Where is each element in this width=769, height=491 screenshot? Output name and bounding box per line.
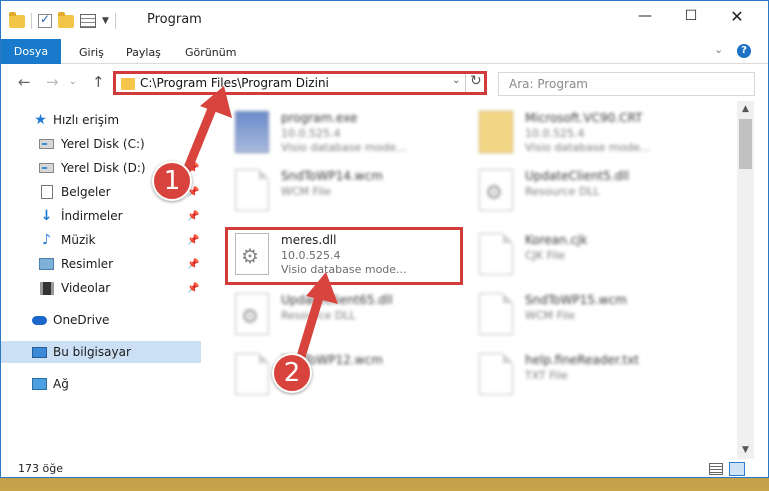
file-tile[interactable]: help.fineReader.txt TXT File: [469, 347, 709, 399]
address-divider: [465, 74, 466, 92]
details-view-icon[interactable]: [709, 463, 723, 475]
window-title: Program: [147, 12, 202, 27]
vertical-scrollbar[interactable]: ▲ ▼: [737, 101, 754, 459]
network-icon: [32, 377, 47, 392]
sidebar-item-this-pc[interactable]: Bu bilgisayar: [1, 341, 201, 363]
file-tile[interactable]: ⚙ UpdateClient65.dll Resource DLL: [225, 287, 465, 339]
document-file-icon: [235, 169, 269, 211]
document-file-icon: [479, 353, 513, 395]
pin-icon[interactable]: 📌: [187, 235, 199, 246]
ribbon-tabs: Dosya Giriş Paylaş Görünüm ⌄ ?: [1, 39, 768, 64]
file-tile[interactable]: Microsoft.VC90.CRT 10.0.525.4 Visio data…: [469, 105, 709, 157]
sidebar-item-disk-c[interactable]: Yerel Disk (C:): [1, 133, 201, 155]
customize-icon[interactable]: [80, 14, 96, 28]
file-tile[interactable]: SndToWP15.wcm WCM File: [469, 287, 709, 339]
document-file-icon: [479, 233, 513, 275]
folder-file-icon: [479, 111, 513, 153]
help-icon[interactable]: ?: [737, 44, 751, 58]
address-bar[interactable]: C:\Program Files\Program Dizini ⌄ ↻: [113, 71, 487, 95]
forward-button[interactable]: →: [46, 73, 59, 91]
properties-check-icon[interactable]: [38, 12, 52, 28]
dll-file-icon: ⚙: [235, 293, 269, 335]
document-file-icon: [479, 293, 513, 335]
status-bar: 173 öğe: [1, 459, 768, 477]
title-bar: ▼ Program — ☐ ✕: [1, 1, 768, 39]
file-tile[interactable]: SndToWP12.wcm: [225, 347, 465, 399]
sidebar-item-onedrive[interactable]: OneDrive: [1, 309, 201, 331]
folder-icon: [121, 78, 135, 90]
search-placeholder: Ara: Program: [509, 77, 588, 91]
sidebar-item-quick-access[interactable]: ★ Hızlı erişim: [1, 109, 201, 131]
drive-icon: [39, 161, 54, 176]
pin-icon[interactable]: 📌: [187, 283, 199, 294]
explorer-window: ▼ Program — ☐ ✕ Dosya Giriş Paylaş Görün…: [0, 0, 769, 478]
sidebar-item-videos[interactable]: Videolar 📌: [1, 277, 201, 299]
new-folder-icon[interactable]: [58, 11, 74, 28]
navigation-pane: ★ Hızlı erişim Yerel Disk (C:) Yerel Dis…: [1, 101, 201, 421]
toolbar-divider: [31, 13, 32, 29]
close-button[interactable]: ✕: [714, 1, 760, 31]
file-tile[interactable]: ⚙ UpdateClient5.dll Resource DLL: [469, 163, 709, 215]
document-file-icon: [235, 353, 269, 395]
sidebar-item-pictures[interactable]: Resimler 📌: [1, 253, 201, 275]
up-button[interactable]: ↑: [92, 73, 105, 91]
step-marker-1: 1: [152, 161, 192, 201]
tab-giris[interactable]: Giriş: [79, 42, 104, 64]
file-highlight-box: [225, 227, 463, 285]
download-icon: ↓: [40, 208, 53, 224]
tab-gorunum[interactable]: Görünüm: [185, 42, 236, 64]
sidebar-item-downloads[interactable]: ↓ İndirmeler 📌: [1, 205, 201, 227]
pictures-icon: [39, 257, 54, 272]
pin-icon[interactable]: 📌: [187, 259, 199, 270]
sidebar-item-music[interactable]: ♪ Müzik 📌: [1, 229, 201, 251]
quick-access-toolbar: ▼: [9, 11, 116, 29]
computer-icon: [32, 345, 47, 360]
star-icon: ★: [34, 112, 47, 128]
videos-icon: [39, 281, 54, 296]
refresh-icon[interactable]: ↻: [470, 73, 482, 89]
cloud-icon: [32, 313, 47, 328]
file-tile[interactable]: Korean.cjk CJK File: [469, 227, 709, 279]
tiles-view-icon[interactable]: [729, 462, 745, 476]
scroll-thumb[interactable]: [739, 119, 752, 169]
recent-locations-button[interactable]: ⌄: [69, 77, 77, 87]
scroll-up-icon[interactable]: ▲: [737, 101, 754, 118]
drive-icon: [39, 137, 54, 152]
scroll-down-icon[interactable]: ▼: [737, 442, 754, 459]
address-row: ← → ⌄ ↑ C:\Program Files\Program Dizini …: [1, 65, 768, 101]
dll-file-icon: ⚙: [479, 169, 513, 211]
tab-paylas[interactable]: Paylaş: [126, 42, 161, 64]
documents-icon: [39, 185, 54, 200]
address-path[interactable]: C:\Program Files\Program Dizini: [140, 76, 329, 90]
file-tile[interactable]: SndToWP14.wcm WCM File: [225, 163, 465, 215]
file-tile[interactable]: program.exe 10.0.525.4 Visio database mo…: [225, 105, 465, 157]
sidebar-item-network[interactable]: Ağ: [1, 373, 201, 395]
search-input[interactable]: Ara: Program: [498, 72, 755, 96]
pin-icon[interactable]: 📌: [187, 211, 199, 222]
expand-ribbon-icon[interactable]: ⌄: [714, 43, 723, 56]
tab-dosya[interactable]: Dosya: [1, 39, 61, 64]
music-icon: ♪: [42, 232, 51, 248]
folder-icon: [9, 11, 25, 28]
exe-file-icon: [235, 111, 269, 153]
chevron-down-icon[interactable]: ▼: [102, 16, 109, 26]
item-count: 173 öğe: [18, 462, 63, 475]
chevron-down-icon[interactable]: ⌄: [452, 75, 460, 86]
minimize-button[interactable]: —: [622, 1, 668, 31]
maximize-button[interactable]: ☐: [668, 1, 714, 31]
step-marker-2: 2: [272, 353, 312, 393]
toolbar-divider: [114, 13, 116, 29]
back-button[interactable]: ←: [18, 73, 31, 91]
